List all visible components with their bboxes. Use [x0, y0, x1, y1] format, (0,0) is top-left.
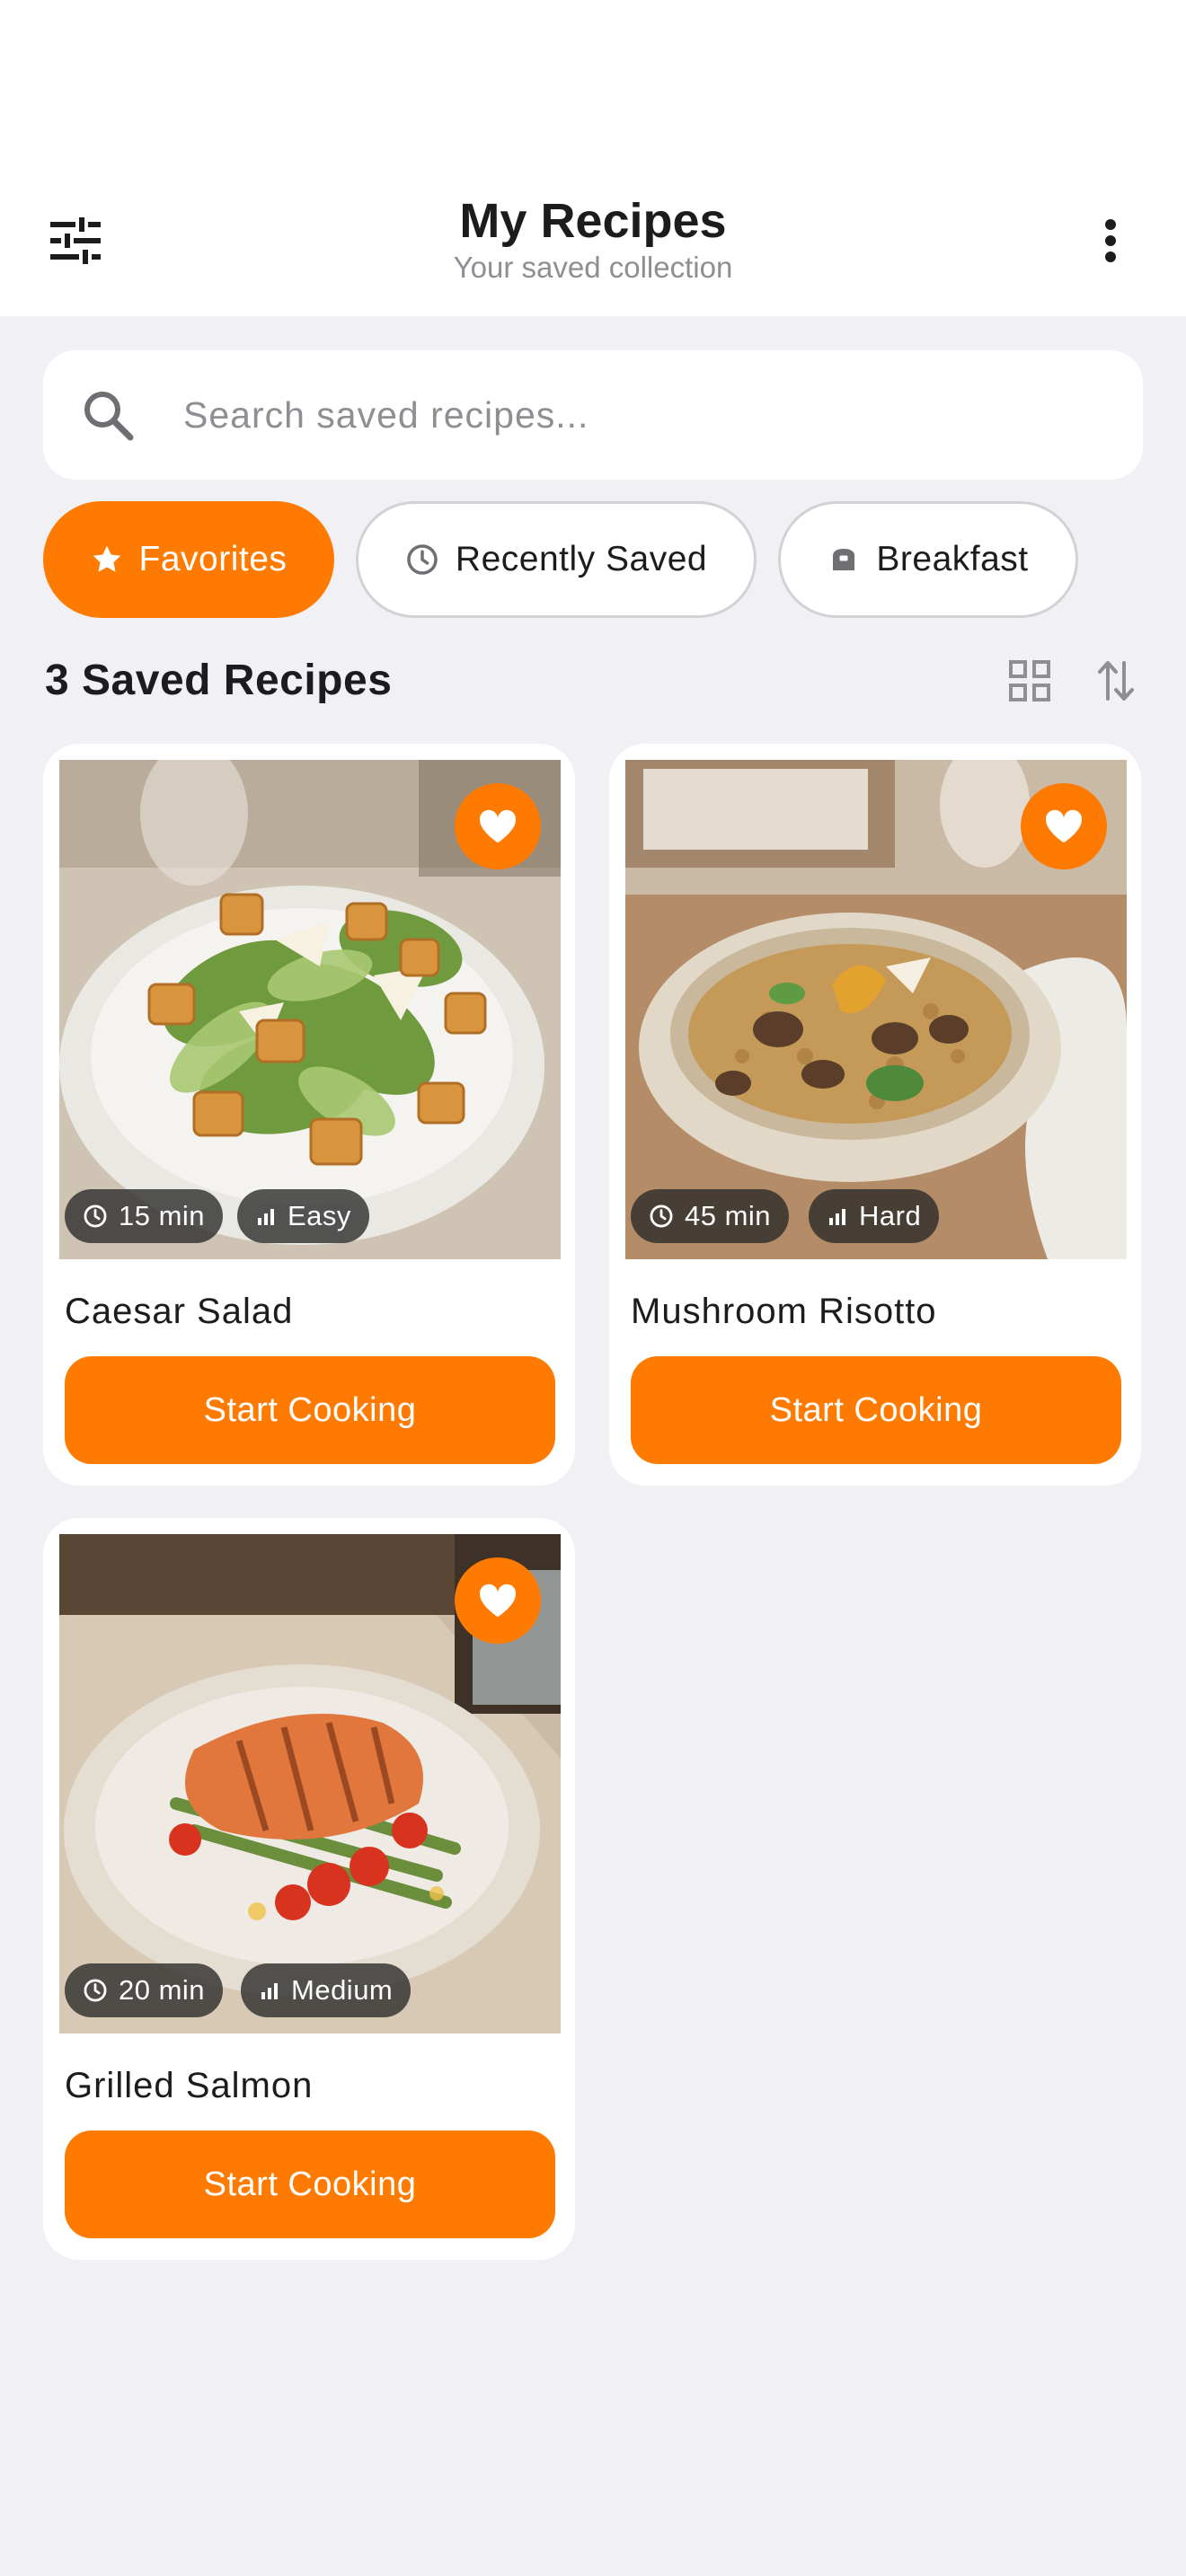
difficulty-badge: Medium: [241, 1963, 412, 2017]
cook-time-value: 45 min: [685, 1200, 772, 1231]
favorite-button[interactable]: [455, 1557, 541, 1644]
cook-time-value: 15 min: [119, 1200, 206, 1231]
sliders-icon: [50, 217, 101, 264]
clock-icon: [84, 1979, 107, 2002]
recipe-name: Mushroom Risotto: [631, 1292, 937, 1331]
search-icon: [84, 392, 134, 441]
clock-icon: [650, 1204, 673, 1228]
grid-view-button[interactable]: [1003, 654, 1057, 708]
sort-button[interactable]: [1089, 654, 1143, 708]
recipe-card[interactable]: 45 min Hard Mushroom Risotto Start Cooki…: [609, 744, 1141, 1486]
chip-recently-saved-label: Recently Saved: [455, 540, 708, 578]
chip-favorites-label: Favorites: [138, 540, 288, 578]
difficulty-value: Hard: [859, 1200, 922, 1231]
cook-time-badge: 20 min: [65, 1963, 224, 2017]
chip-breakfast-label: Breakfast: [876, 540, 1029, 578]
difficulty-badge: Hard: [809, 1189, 940, 1243]
recipe-photo-mushroom-risotto: 45 min Hard: [625, 760, 1127, 1259]
difficulty-bars-icon: [261, 1983, 278, 1999]
favorite-button[interactable]: [1021, 783, 1107, 869]
app-header: My Recipes Your saved collection: [0, 0, 1186, 316]
recipe-photo-caesar-salad: 15 min Easy: [59, 760, 561, 1259]
saved-count-heading: 3 Saved Recipes: [45, 657, 393, 704]
start-cooking-button[interactable]: Start Cooking: [631, 1356, 1121, 1464]
recipe-name: Caesar Salad: [65, 1292, 294, 1331]
page-title: My Recipes: [459, 194, 727, 248]
recipe-card[interactable]: 20 min Medium Grilled Salmon Start Cooki…: [43, 1518, 575, 2260]
cook-time-badge: 15 min: [65, 1189, 224, 1243]
heart-icon: [479, 1584, 517, 1618]
header-titles: My Recipes Your saved collection: [323, 192, 863, 286]
difficulty-value: Medium: [291, 1974, 394, 2006]
heart-icon: [479, 809, 517, 843]
start-cooking-button[interactable]: Start Cooking: [65, 1356, 555, 1464]
favorite-button[interactable]: [455, 783, 541, 869]
difficulty-badge: Easy: [237, 1189, 369, 1243]
more-vertical-icon: [1105, 219, 1116, 262]
star-icon: [93, 545, 120, 572]
search-input[interactable]: [183, 384, 1100, 446]
page-subtitle: Your saved collection: [453, 251, 733, 284]
chip-recently-saved[interactable]: Recently Saved: [356, 501, 757, 618]
difficulty-bars-icon: [829, 1209, 845, 1225]
grid-view-icon: [1009, 660, 1050, 701]
cook-time-value: 20 min: [119, 1974, 206, 2006]
start-cooking-button[interactable]: Start Cooking: [65, 2130, 555, 2238]
clock-icon: [407, 544, 438, 575]
search-bar[interactable]: [43, 350, 1143, 480]
recipe-name: Grilled Salmon: [65, 2066, 314, 2105]
chip-breakfast[interactable]: Breakfast: [778, 501, 1078, 618]
sort-icon: [1098, 661, 1134, 701]
recipe-photo-grilled-salmon: 20 min Medium: [59, 1534, 561, 2033]
recipe-card[interactable]: 15 min Easy Caesar Salad Start Cooking: [43, 744, 575, 1486]
toaster-icon: [833, 549, 855, 570]
heart-icon: [1045, 809, 1083, 843]
chip-favorites[interactable]: Favorites: [43, 501, 334, 618]
difficulty-bars-icon: [258, 1209, 274, 1225]
clock-icon: [84, 1204, 107, 1228]
difficulty-value: Easy: [288, 1200, 351, 1231]
more-options-button[interactable]: [1075, 205, 1146, 277]
filter-settings-button[interactable]: [40, 205, 111, 277]
recipes-screen: My Recipes Your saved collection Favorit…: [0, 0, 1186, 2576]
cook-time-badge: 45 min: [631, 1189, 790, 1243]
